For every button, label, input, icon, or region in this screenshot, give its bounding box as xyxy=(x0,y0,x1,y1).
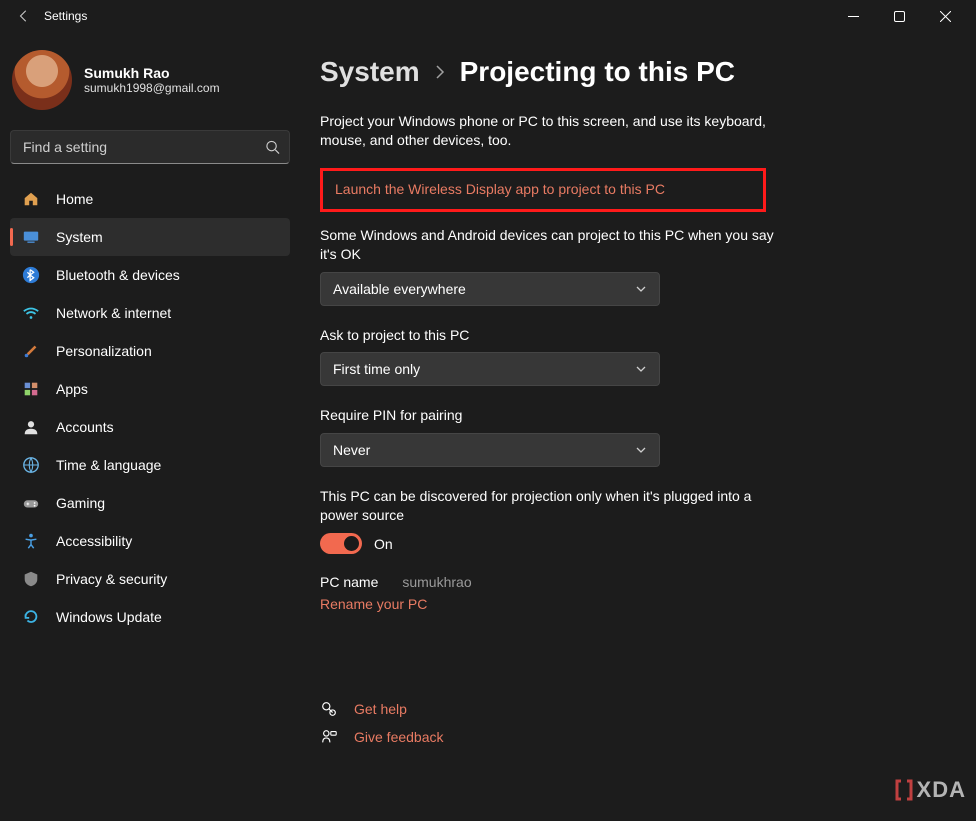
watermark: XDA xyxy=(895,777,966,803)
setting-project-permission: Some Windows and Android devices can pro… xyxy=(320,226,780,306)
sidebar-item-accessibility[interactable]: Accessibility xyxy=(10,522,290,560)
sidebar-item-update[interactable]: Windows Update xyxy=(10,598,290,636)
brush-icon xyxy=(20,340,42,362)
shield-icon xyxy=(20,568,42,590)
sidebar-item-label: Apps xyxy=(56,381,88,397)
sidebar-item-home[interactable]: Home xyxy=(10,180,290,218)
help-icon xyxy=(320,700,338,718)
chevron-down-icon xyxy=(635,283,647,295)
setting-require-pin: Require PIN for pairing Never xyxy=(320,406,780,467)
setting-discovery: This PC can be discovered for projection… xyxy=(320,487,780,554)
sidebar-item-label: Network & internet xyxy=(56,305,171,321)
sidebar-item-label: Windows Update xyxy=(56,609,162,625)
sidebar-item-privacy[interactable]: Privacy & security xyxy=(10,560,290,598)
sidebar-item-time-language[interactable]: Time & language xyxy=(10,446,290,484)
sidebar-item-gaming[interactable]: Gaming xyxy=(10,484,290,522)
globe-icon xyxy=(20,454,42,476)
feedback-icon xyxy=(320,728,338,746)
sidebar-item-bluetooth[interactable]: Bluetooth & devices xyxy=(10,256,290,294)
sidebar-item-label: Privacy & security xyxy=(56,571,167,587)
user-email: sumukh1998@gmail.com xyxy=(84,81,220,95)
footer-links: Get help Give feedback xyxy=(320,700,936,746)
maximize-button[interactable] xyxy=(876,0,922,32)
discovery-toggle[interactable] xyxy=(320,533,362,554)
search-input[interactable] xyxy=(10,130,290,164)
chevron-down-icon xyxy=(635,444,647,456)
sidebar-item-personalization[interactable]: Personalization xyxy=(10,332,290,370)
sidebar-item-system[interactable]: System xyxy=(10,218,290,256)
setting-label: Ask to project to this PC xyxy=(320,326,780,345)
breadcrumb-current: Projecting to this PC xyxy=(460,56,735,88)
link-label: Give feedback xyxy=(354,729,444,745)
pcname-label: PC name xyxy=(320,574,378,590)
sidebar-item-label: Time & language xyxy=(56,457,161,473)
search-box[interactable] xyxy=(10,130,290,164)
user-card[interactable]: Sumukh Rao sumukh1998@gmail.com xyxy=(10,42,290,126)
setting-label: This PC can be discovered for projection… xyxy=(320,487,780,525)
select-value: Never xyxy=(333,442,370,458)
titlebar: Settings xyxy=(0,0,976,32)
home-icon xyxy=(20,188,42,210)
nav-list: Home System Bluetooth & devices Network … xyxy=(10,180,290,636)
select-value: First time only xyxy=(333,361,420,377)
app-title: Settings xyxy=(44,9,87,23)
page-description: Project your Windows phone or PC to this… xyxy=(320,112,780,150)
close-button[interactable] xyxy=(922,0,968,32)
sidebar-item-accounts[interactable]: Accounts xyxy=(10,408,290,446)
chevron-down-icon xyxy=(635,363,647,375)
system-icon xyxy=(20,226,42,248)
user-name: Sumukh Rao xyxy=(84,65,220,81)
sidebar-item-network[interactable]: Network & internet xyxy=(10,294,290,332)
chevron-right-icon xyxy=(434,64,446,80)
toggle-state-label: On xyxy=(374,536,393,552)
accessibility-icon xyxy=(20,530,42,552)
rename-pc-link[interactable]: Rename your PC xyxy=(320,596,780,612)
back-button[interactable] xyxy=(8,0,40,32)
select-project-permission[interactable]: Available everywhere xyxy=(320,272,660,306)
main-content: System Projecting to this PC Project you… xyxy=(300,32,976,821)
pcname-value: sumukhrao xyxy=(402,574,471,590)
avatar xyxy=(12,50,72,110)
give-feedback-link[interactable]: Give feedback xyxy=(320,728,936,746)
sidebar-item-label: Gaming xyxy=(56,495,105,511)
pcname-group: PC name sumukhrao Rename your PC xyxy=(320,574,780,612)
launch-wireless-display-link[interactable]: Launch the Wireless Display app to proje… xyxy=(335,181,665,197)
select-require-pin[interactable]: Never xyxy=(320,433,660,467)
breadcrumb: System Projecting to this PC xyxy=(320,56,936,88)
watermark-text: XDA xyxy=(917,777,966,803)
sidebar-item-label: Personalization xyxy=(56,343,152,359)
select-ask-to-project[interactable]: First time only xyxy=(320,352,660,386)
select-value: Available everywhere xyxy=(333,281,466,297)
sidebar-item-label: Accounts xyxy=(56,419,114,435)
breadcrumb-parent[interactable]: System xyxy=(320,56,420,88)
person-icon xyxy=(20,416,42,438)
apps-icon xyxy=(20,378,42,400)
setting-ask-to-project: Ask to project to this PC First time onl… xyxy=(320,326,780,387)
sidebar-item-apps[interactable]: Apps xyxy=(10,370,290,408)
sidebar-item-label: Home xyxy=(56,191,93,207)
link-label: Get help xyxy=(354,701,407,717)
sidebar: Sumukh Rao sumukh1998@gmail.com Home S xyxy=(0,32,300,821)
search-icon xyxy=(265,140,280,155)
bluetooth-icon xyxy=(20,264,42,286)
setting-label: Require PIN for pairing xyxy=(320,406,780,425)
setting-label: Some Windows and Android devices can pro… xyxy=(320,226,780,264)
sidebar-item-label: Accessibility xyxy=(56,533,132,549)
update-icon xyxy=(20,606,42,628)
sidebar-item-label: Bluetooth & devices xyxy=(56,267,180,283)
wifi-icon xyxy=(20,302,42,324)
watermark-bracket-icon xyxy=(895,779,913,801)
gamepad-icon xyxy=(20,492,42,514)
minimize-button[interactable] xyxy=(830,0,876,32)
get-help-link[interactable]: Get help xyxy=(320,700,936,718)
launch-wireless-display-box: Launch the Wireless Display app to proje… xyxy=(320,168,766,212)
sidebar-item-label: System xyxy=(56,229,103,245)
